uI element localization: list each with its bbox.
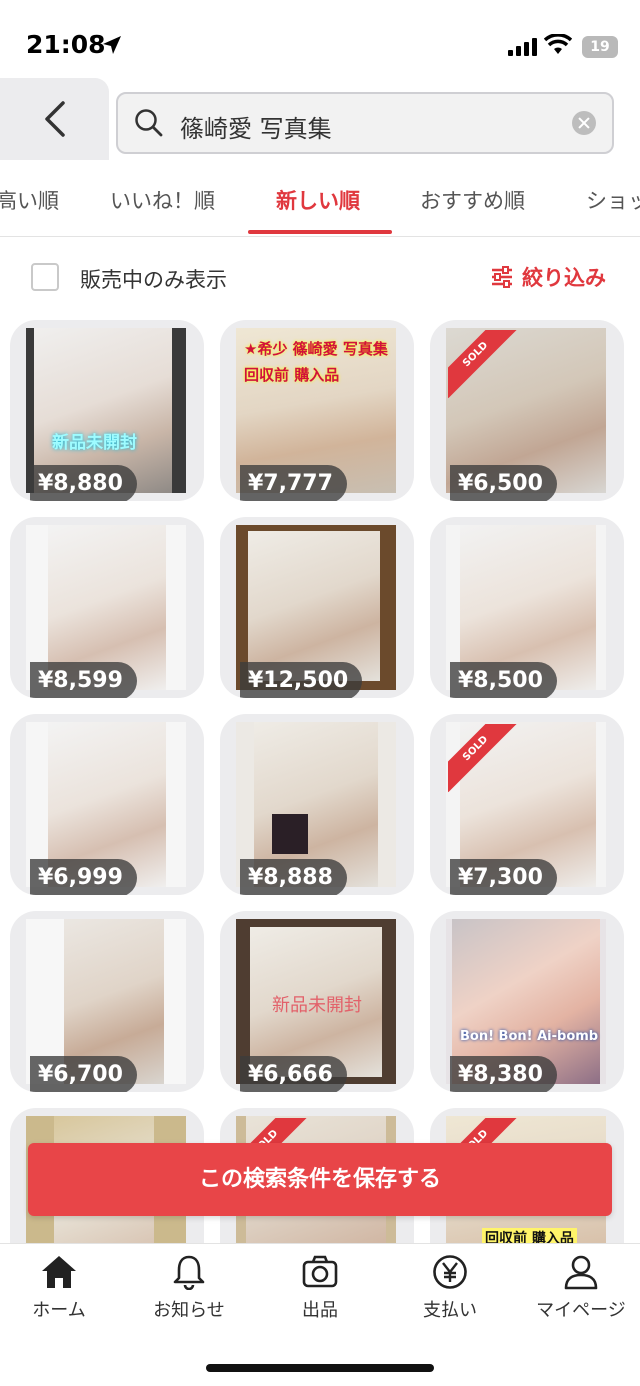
price-tag: ¥6,999 <box>30 859 137 895</box>
price-tag: ¥6,666 <box>240 1056 347 1092</box>
item-card[interactable]: ★希少 篠崎愛 写真集 回収前 購入品 ¥7,777 <box>220 320 414 501</box>
signal-icon <box>508 38 537 56</box>
item-card[interactable]: 新品未開封 ¥8,880 <box>10 320 204 501</box>
price-tag: ¥7,300 <box>450 859 557 895</box>
save-search-button[interactable]: この検索条件を保存する <box>28 1143 612 1216</box>
bottom-nav: ホーム お知らせ 出品 支払い マイページ <box>0 1243 640 1386</box>
price-tag: ¥6,500 <box>450 465 557 501</box>
filter-sliders-icon <box>492 266 512 288</box>
nav-mypage[interactable]: マイページ <box>526 1254 636 1322</box>
camera-icon <box>302 1255 338 1288</box>
sold-ribbon: SOLD <box>448 330 528 410</box>
nav-notifications[interactable]: お知らせ <box>134 1254 244 1322</box>
clear-icon[interactable] <box>572 111 596 135</box>
tab-recommended[interactable]: おすすめ順 <box>420 185 525 215</box>
overlay-text: 新品未開封 <box>272 995 362 1016</box>
page: 21:08 19 篠崎愛 写真集 高い順 いいね！順 新しい順 おすすめ順 ショ… <box>0 0 640 1386</box>
overlay-text: Bon! Bon! Ai-bomb <box>460 1029 599 1044</box>
battery-indicator: 19 <box>582 36 618 58</box>
search-query: 篠崎愛 写真集 <box>180 115 332 143</box>
item-card[interactable]: ¥8,599 <box>10 517 204 698</box>
price-tag: ¥8,599 <box>30 662 137 698</box>
home-icon <box>42 1256 76 1288</box>
nav-sell[interactable]: 出品 <box>265 1254 375 1322</box>
item-card[interactable]: ¥6,700 <box>10 911 204 1092</box>
location-arrow-icon <box>103 36 121 54</box>
back-button[interactable] <box>0 78 109 160</box>
price-tag: ¥12,500 <box>240 662 363 698</box>
price-tag: ¥8,500 <box>450 662 557 698</box>
bell-icon <box>173 1255 205 1290</box>
tab-shipping[interactable]: ショッ <box>586 185 640 215</box>
status-time: 21:08 <box>26 30 106 59</box>
tab-newest[interactable]: 新しい順 <box>276 185 360 215</box>
inset-photo <box>272 814 308 854</box>
home-indicator <box>206 1364 434 1372</box>
nav-sell-label: 出品 <box>302 1300 338 1321</box>
sold-ribbon: SOLD <box>448 724 528 804</box>
price-tag: ¥7,777 <box>240 465 347 501</box>
nav-home[interactable]: ホーム <box>4 1254 114 1322</box>
on-sale-only-checkbox[interactable] <box>31 263 59 291</box>
tab-price-high[interactable]: 高い順 <box>0 185 59 215</box>
yen-circle-icon <box>433 1255 467 1289</box>
refine-label: 絞り込み <box>522 266 606 290</box>
nav-payment[interactable]: 支払い <box>395 1254 505 1322</box>
price-tag: ¥8,880 <box>30 465 137 501</box>
price-tag: ¥8,380 <box>450 1056 557 1092</box>
search-icon <box>135 109 163 137</box>
wifi-icon <box>544 34 572 54</box>
item-card[interactable]: ¥12,500 <box>220 517 414 698</box>
person-icon <box>564 1255 598 1290</box>
on-sale-only-label: 販売中のみ表示 <box>80 268 227 292</box>
item-card[interactable]: ¥8,888 <box>220 714 414 895</box>
nav-notifications-label: お知らせ <box>153 1300 225 1321</box>
overlay-text: ★希少 篠崎愛 写真集 回収前 購入品 <box>244 340 388 384</box>
nav-mypage-label: マイページ <box>536 1300 626 1321</box>
item-card[interactable]: SOLD ¥7,300 <box>430 714 624 895</box>
item-card[interactable]: ¥6,999 <box>10 714 204 895</box>
item-card[interactable]: 新品未開封 ¥6,666 <box>220 911 414 1092</box>
price-tag: ¥8,888 <box>240 859 347 895</box>
search-input[interactable]: 篠崎愛 写真集 <box>116 92 614 154</box>
status-bar: 21:08 19 <box>0 0 640 80</box>
tab-underline <box>248 230 392 234</box>
item-card[interactable]: SOLD ¥6,500 <box>430 320 624 501</box>
item-card[interactable]: ¥8,500 <box>430 517 624 698</box>
price-tag: ¥6,700 <box>30 1056 137 1092</box>
item-card[interactable]: Bon! Bon! Ai-bomb ¥8,380 <box>430 911 624 1092</box>
refine-button[interactable]: 絞り込み <box>490 262 606 292</box>
chevron-left-icon <box>44 101 65 137</box>
tab-likes[interactable]: いいね！順 <box>110 185 215 215</box>
nav-home-label: ホーム <box>32 1300 86 1321</box>
nav-payment-label: 支払い <box>423 1300 477 1321</box>
sort-tabs: 高い順 いいね！順 新しい順 おすすめ順 ショッ <box>0 165 640 237</box>
overlay-text: 新品未開封 <box>52 433 137 453</box>
